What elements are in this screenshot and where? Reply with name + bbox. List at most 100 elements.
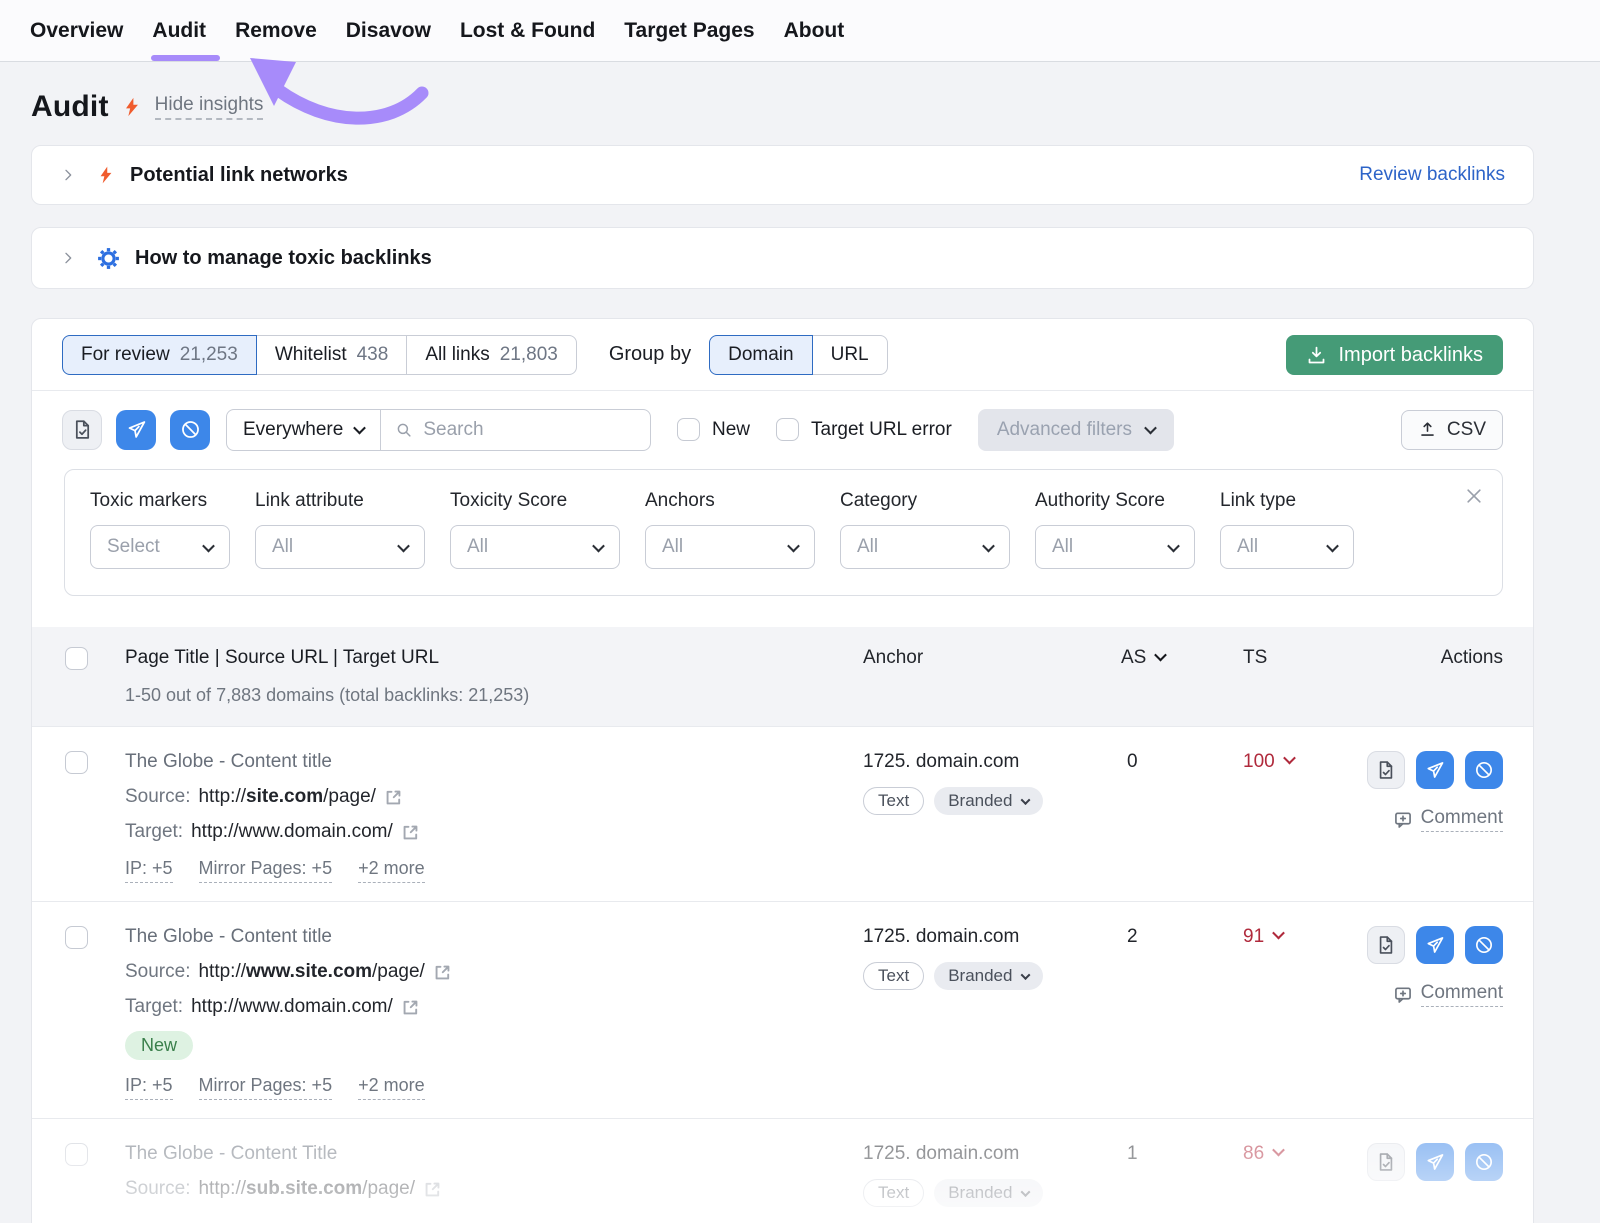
whitelist-row-button[interactable]: [1367, 926, 1405, 964]
source-url[interactable]: http://www.site.com/page/: [198, 961, 424, 983]
nav-tab-disavow[interactable]: Disavow: [346, 0, 431, 61]
whitelist-row-button[interactable]: [1367, 751, 1405, 789]
disavow-action-button[interactable]: [170, 410, 210, 450]
toxicity-score-select[interactable]: All: [450, 525, 620, 569]
tag-branded-pill[interactable]: Branded: [934, 787, 1043, 815]
export-csv-button[interactable]: CSV: [1401, 410, 1503, 450]
link-attribute-select[interactable]: All: [255, 525, 425, 569]
mirror-pages-meta-link[interactable]: Mirror Pages: +5: [199, 858, 333, 883]
disavow-row-button[interactable]: [1465, 926, 1503, 964]
chevron-down-icon: [787, 539, 800, 552]
advanced-filters-button[interactable]: Advanced filters: [978, 409, 1174, 451]
nav-tab-about[interactable]: About: [784, 0, 845, 61]
target-url-error-checkbox[interactable]: Target URL error: [776, 418, 952, 441]
anchor-text: 1725. domain.com: [855, 1143, 1105, 1165]
authority-score-select[interactable]: All: [1035, 525, 1195, 569]
table-header: Page Title | Source URL | Target URL Anc…: [32, 627, 1533, 726]
search-icon: [395, 421, 413, 439]
tag-text-pill[interactable]: Text: [863, 787, 924, 815]
tab-all-links[interactable]: All links21,803: [406, 335, 577, 375]
nav-tab-overview[interactable]: Overview: [30, 0, 123, 61]
results-summary: 1-50 out of 7,883 domains (total backlin…: [125, 685, 855, 706]
hide-insights-link[interactable]: Hide insights: [155, 94, 264, 120]
page-title-cell: The Globe - Content title: [125, 751, 855, 773]
group-by-url[interactable]: URL: [812, 335, 888, 375]
block-icon: [180, 419, 201, 440]
tag-text-pill[interactable]: Text: [863, 962, 924, 990]
column-anchor[interactable]: Anchor: [855, 647, 1105, 675]
column-page-title[interactable]: Page Title | Source URL | Target URL: [125, 647, 855, 675]
row-checkbox[interactable]: [65, 1143, 88, 1166]
sort-chevron-icon[interactable]: [1154, 649, 1167, 662]
group-by-domain[interactable]: Domain: [709, 335, 812, 375]
remove-action-button[interactable]: [116, 410, 156, 450]
table-row: The Globe - Content title Source: http:/…: [32, 726, 1533, 901]
potential-link-networks-card[interactable]: Potential link networks Review backlinks: [31, 145, 1534, 205]
external-link-icon[interactable]: [433, 963, 452, 982]
row-checkbox[interactable]: [65, 926, 88, 949]
column-ts[interactable]: TS: [1205, 647, 1320, 675]
comment-link[interactable]: Comment: [1320, 982, 1503, 1007]
disavow-row-button[interactable]: [1465, 751, 1503, 789]
disavow-row-button[interactable]: [1465, 1143, 1503, 1181]
import-backlinks-button[interactable]: Import backlinks: [1286, 335, 1504, 375]
tag-text-pill[interactable]: Text: [863, 1179, 924, 1207]
checkbox[interactable]: [677, 418, 700, 441]
link-type-select[interactable]: All: [1220, 525, 1354, 569]
list-tabs-row: For review21,253 Whitelist438 All links2…: [32, 319, 1533, 391]
manage-toxic-backlinks-card[interactable]: How to manage toxic backlinks: [31, 227, 1534, 289]
close-filters-icon[interactable]: [1464, 486, 1484, 506]
checkbox[interactable]: [776, 418, 799, 441]
ip-meta-link[interactable]: IP: +5: [125, 1075, 173, 1100]
toxicity-score-value[interactable]: 86: [1205, 1143, 1320, 1207]
tag-branded-pill[interactable]: Branded: [934, 1179, 1043, 1207]
more-meta-link[interactable]: +2 more: [358, 1075, 425, 1100]
ip-meta-link[interactable]: IP: +5: [125, 858, 173, 883]
whitelist-action-button[interactable]: [62, 410, 102, 450]
upload-icon: [1418, 420, 1437, 439]
chevron-down-icon: [592, 539, 605, 552]
toxicity-score-value[interactable]: 100: [1205, 751, 1320, 883]
chevron-down-icon: [353, 422, 366, 435]
nav-tab-target-pages[interactable]: Target Pages: [624, 0, 754, 61]
search-input[interactable]: [423, 419, 643, 441]
expand-chevron-icon[interactable]: [60, 250, 76, 266]
remove-row-button[interactable]: [1416, 1143, 1454, 1181]
remove-row-button[interactable]: [1416, 751, 1454, 789]
category-select[interactable]: All: [840, 525, 1010, 569]
tab-whitelist[interactable]: Whitelist438: [256, 335, 408, 375]
new-filter-checkbox[interactable]: New: [677, 418, 750, 441]
select-all-checkbox[interactable]: [65, 647, 88, 670]
target-url[interactable]: http://www.domain.com/: [191, 996, 393, 1018]
tag-branded-pill[interactable]: Branded: [934, 962, 1043, 990]
more-meta-link[interactable]: +2 more: [358, 858, 425, 883]
nav-tab-remove[interactable]: Remove: [235, 0, 317, 61]
target-url[interactable]: http://www.domain.com/: [191, 821, 393, 843]
download-icon: [1306, 345, 1327, 366]
block-icon: [1474, 760, 1494, 780]
paper-plane-icon: [1425, 935, 1445, 955]
toxicity-score-value[interactable]: 91: [1205, 926, 1320, 1100]
source-url[interactable]: http://site.com/page/: [198, 786, 375, 808]
mirror-pages-meta-link[interactable]: Mirror Pages: +5: [199, 1075, 333, 1100]
remove-row-button[interactable]: [1416, 926, 1454, 964]
external-link-icon[interactable]: [423, 1180, 442, 1199]
anchors-select[interactable]: All: [645, 525, 815, 569]
external-link-icon[interactable]: [401, 823, 420, 842]
whitelist-row-button[interactable]: [1367, 1143, 1405, 1181]
row-checkbox[interactable]: [65, 751, 88, 774]
page-heading: Audit Hide insights: [31, 90, 263, 124]
column-as[interactable]: AS: [1105, 647, 1205, 675]
external-link-icon[interactable]: [384, 788, 403, 807]
authority-score-value: 2: [1105, 926, 1205, 1100]
review-backlinks-link[interactable]: Review backlinks: [1359, 164, 1505, 186]
search-scope-select[interactable]: Everywhere: [227, 410, 381, 450]
tab-for-review[interactable]: For review21,253: [62, 335, 257, 375]
expand-chevron-icon[interactable]: [60, 167, 76, 183]
comment-link[interactable]: Comment: [1320, 807, 1503, 832]
nav-tab-lost-found[interactable]: Lost & Found: [460, 0, 595, 61]
external-link-icon[interactable]: [401, 998, 420, 1017]
nav-tab-audit[interactable]: Audit: [152, 0, 206, 61]
toxic-markers-select[interactable]: Select: [90, 525, 230, 569]
source-url[interactable]: http://sub.site.com/page/: [198, 1178, 415, 1200]
